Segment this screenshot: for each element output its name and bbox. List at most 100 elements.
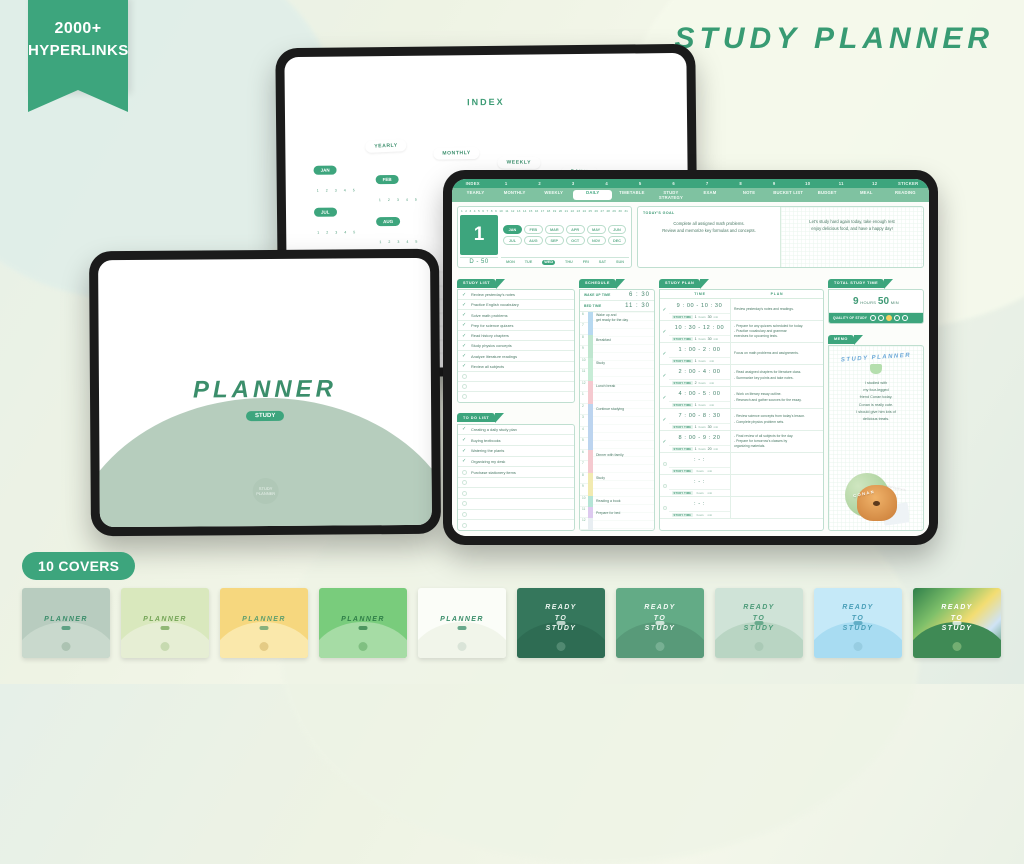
- nav-bottom-monthly[interactable]: MONTHLY: [495, 190, 534, 200]
- date-num-22[interactable]: 22: [571, 209, 574, 213]
- schedule-event-16[interactable]: Reading a book: [593, 496, 654, 507]
- month-pill-dec[interactable]: DEC: [607, 236, 627, 245]
- study-plan-row[interactable]: ✓ 10 : 30 - 12 : 00 STUDY TIME 1 hours 30 min -…: [660, 321, 823, 343]
- nav-bottom-daily[interactable]: DAILY: [573, 190, 613, 200]
- study-plan-row[interactable]: ✓ 7 : 00 - 8 : 30 STUDY TIME 1 hours 30 min - R…: [660, 409, 823, 431]
- todo-list-item-row[interactable]: ✓ Watering the plants: [458, 446, 574, 457]
- nav-top-10[interactable]: 10: [791, 181, 825, 186]
- study-plan-row[interactable]: ✓ 2 : 00 - 4 : 00 STUDY TIME 2 hours min - Rea…: [660, 365, 823, 387]
- checkbox-empty-icon[interactable]: [462, 480, 467, 486]
- study-plan-time-cell[interactable]: 4 : 00 - 5 : 00 STUDY TIME 1 hours min: [669, 387, 731, 408]
- nav-top-3[interactable]: 3: [557, 181, 591, 186]
- checkbox-checked-icon[interactable]: ✓: [462, 292, 467, 298]
- date-num-24[interactable]: 24: [583, 209, 586, 213]
- schedule-event-7[interactable]: [593, 392, 654, 403]
- quality-dot-3[interactable]: [886, 315, 893, 321]
- checkbox-empty-icon[interactable]: [462, 384, 467, 390]
- study-plan-plan-cell[interactable]: [731, 497, 823, 518]
- study-list-item-row[interactable]: ✓ Study physics concepts: [458, 341, 574, 352]
- date-num-26[interactable]: 26: [595, 209, 598, 213]
- todo-list-item-row[interactable]: [458, 478, 574, 489]
- study-plan-check[interactable]: ✓: [660, 431, 669, 452]
- index-month-days[interactable]: 12345: [375, 188, 421, 206]
- date-num-4[interactable]: 4: [474, 209, 476, 213]
- memo-panel[interactable]: STUDY PLANNER I studied with my four-legg…: [828, 345, 924, 531]
- checkbox-checked-icon[interactable]: ✓: [462, 343, 467, 349]
- nav-top-index[interactable]: INDEX: [456, 181, 490, 186]
- study-list-item-row[interactable]: ✓ Review yesterday's notes: [458, 290, 574, 301]
- checkbox-empty-icon[interactable]: [662, 483, 667, 488]
- nav-top-11[interactable]: 11: [825, 181, 859, 186]
- study-plan-rows[interactable]: ✓ 9 : 00 - 10 : 30 STUDY TIME 1 hours 30 min Re…: [660, 299, 823, 530]
- schedule-grid[interactable]: 6 7 8 9 10 11 12 1 2 3 4 5 6 7 8 9 10 11 12 Wake up and get…: [580, 312, 654, 530]
- date-num-16[interactable]: 16: [535, 209, 538, 213]
- date-num-9[interactable]: 9: [495, 209, 497, 213]
- index-day-3[interactable]: 3: [332, 228, 341, 237]
- checkbox-checked-icon[interactable]: ✓: [462, 353, 467, 359]
- index-day-5[interactable]: 5: [411, 195, 420, 204]
- study-list-item-row[interactable]: ✓ Practice English vocabulary: [458, 300, 574, 311]
- study-list-item-row[interactable]: ✓ Solve math problems: [458, 310, 574, 321]
- month-pill-jul[interactable]: JUL: [503, 236, 522, 245]
- study-list-rows[interactable]: ✓ Review yesterday's notes ✓ Practice Engli…: [457, 289, 575, 403]
- checkbox-empty-icon[interactable]: [462, 512, 467, 518]
- date-num-15[interactable]: 15: [529, 209, 532, 213]
- study-plan-plan-cell[interactable]: Focus on math problems and assignments.: [731, 343, 823, 364]
- study-plan-plan-cell[interactable]: - Final review of all subjects for the d…: [731, 431, 823, 452]
- weekday-tue[interactable]: TUE: [525, 260, 533, 266]
- nav-bottom-timetable[interactable]: TIMETABLE: [612, 190, 651, 200]
- checkbox-empty-icon[interactable]: [462, 501, 467, 507]
- checkbox-empty-icon[interactable]: [462, 522, 467, 528]
- nav-bottom-bucket-list[interactable]: BUCKET LIST: [769, 190, 808, 200]
- schedule-event-9[interactable]: [593, 415, 654, 426]
- schedule-event-12[interactable]: Dinner with family: [593, 450, 654, 461]
- month-pill-grid[interactable]: JAN FEB MAR APR MAY JUN JUL AUG SEP OCT NOV DEC: [501, 215, 629, 255]
- date-num-23[interactable]: 23: [577, 209, 580, 213]
- study-list-item-row[interactable]: ✓ Read history chapters: [458, 331, 574, 342]
- study-plan-time-cell[interactable]: 2 : 00 - 4 : 00 STUDY TIME 2 hours min: [669, 365, 731, 386]
- study-list-item-row[interactable]: ✓ Review all subjects: [458, 362, 574, 372]
- study-plan-check[interactable]: ✓: [660, 409, 669, 430]
- quality-dot-4[interactable]: [894, 315, 901, 321]
- index-day-4[interactable]: 4: [340, 186, 349, 195]
- month-pill-jun[interactable]: JUN: [607, 225, 627, 234]
- date-num-19[interactable]: 19: [553, 209, 556, 213]
- study-plan-plan-cell[interactable]: [731, 453, 823, 474]
- study-plan-check[interactable]: [660, 475, 669, 496]
- index-month-days[interactable]: 12345: [314, 220, 359, 238]
- schedule-event-11[interactable]: [593, 438, 654, 449]
- study-plan-row[interactable]: : - : STUDY TIME hours min: [660, 475, 823, 497]
- checkbox-checked-icon[interactable]: ✓: [462, 312, 467, 318]
- schedule-event-5[interactable]: [593, 369, 654, 380]
- month-pill-oct[interactable]: OCT: [565, 236, 585, 245]
- date-num-10[interactable]: 10: [499, 209, 502, 213]
- study-list-item-row[interactable]: [458, 392, 574, 401]
- schedule-event-1[interactable]: [593, 323, 654, 334]
- study-plan-time-cell[interactable]: : - : STUDY TIME hours min: [669, 497, 731, 518]
- index-month-jul[interactable]: JUL: [313, 207, 337, 217]
- index-day-3[interactable]: 3: [394, 237, 403, 246]
- study-plan-check[interactable]: ✓: [660, 387, 669, 408]
- study-plan-row[interactable]: : - : STUDY TIME hours min: [660, 497, 823, 519]
- checkbox-checked-icon[interactable]: ✓: [462, 322, 467, 328]
- schedule-event-3[interactable]: [593, 346, 654, 357]
- nav-top-7[interactable]: 7: [691, 181, 725, 186]
- weekday-wed[interactable]: WED: [542, 259, 556, 265]
- todo-list-item-row[interactable]: ✓ Creating a daily study plan: [458, 425, 574, 436]
- study-plan-time-cell[interactable]: 1 : 00 - 2 : 00 STUDY TIME 1 hours min: [669, 343, 731, 364]
- index-day-1[interactable]: 1: [375, 196, 384, 205]
- study-plan-plan-cell[interactable]: - Review science concepts from today's l…: [731, 409, 823, 430]
- study-plan-plan-cell[interactable]: - Prepare for any quizzes scheduled for …: [731, 321, 823, 342]
- index-day-2[interactable]: 2: [385, 237, 394, 247]
- checkbox-checked-icon[interactable]: ✓: [462, 302, 467, 308]
- cover-8[interactable]: READY TO STUDY: [715, 588, 803, 658]
- index-day-2[interactable]: 2: [323, 228, 332, 237]
- index-month-jan[interactable]: JAN: [313, 165, 337, 175]
- schedule-event-17[interactable]: Prepare for bed: [593, 507, 654, 518]
- nav-bottom-study-strategy[interactable]: STUDY STRATEGY: [651, 190, 690, 200]
- nav-top-8[interactable]: 8: [724, 181, 758, 186]
- cover-5[interactable]: PLANNER: [418, 588, 506, 658]
- schedule-event-8[interactable]: Continue studying: [593, 404, 654, 415]
- index-day-5[interactable]: 5: [350, 228, 359, 237]
- study-plan-plan-cell[interactable]: - Read assigned chapters for literature …: [731, 365, 823, 386]
